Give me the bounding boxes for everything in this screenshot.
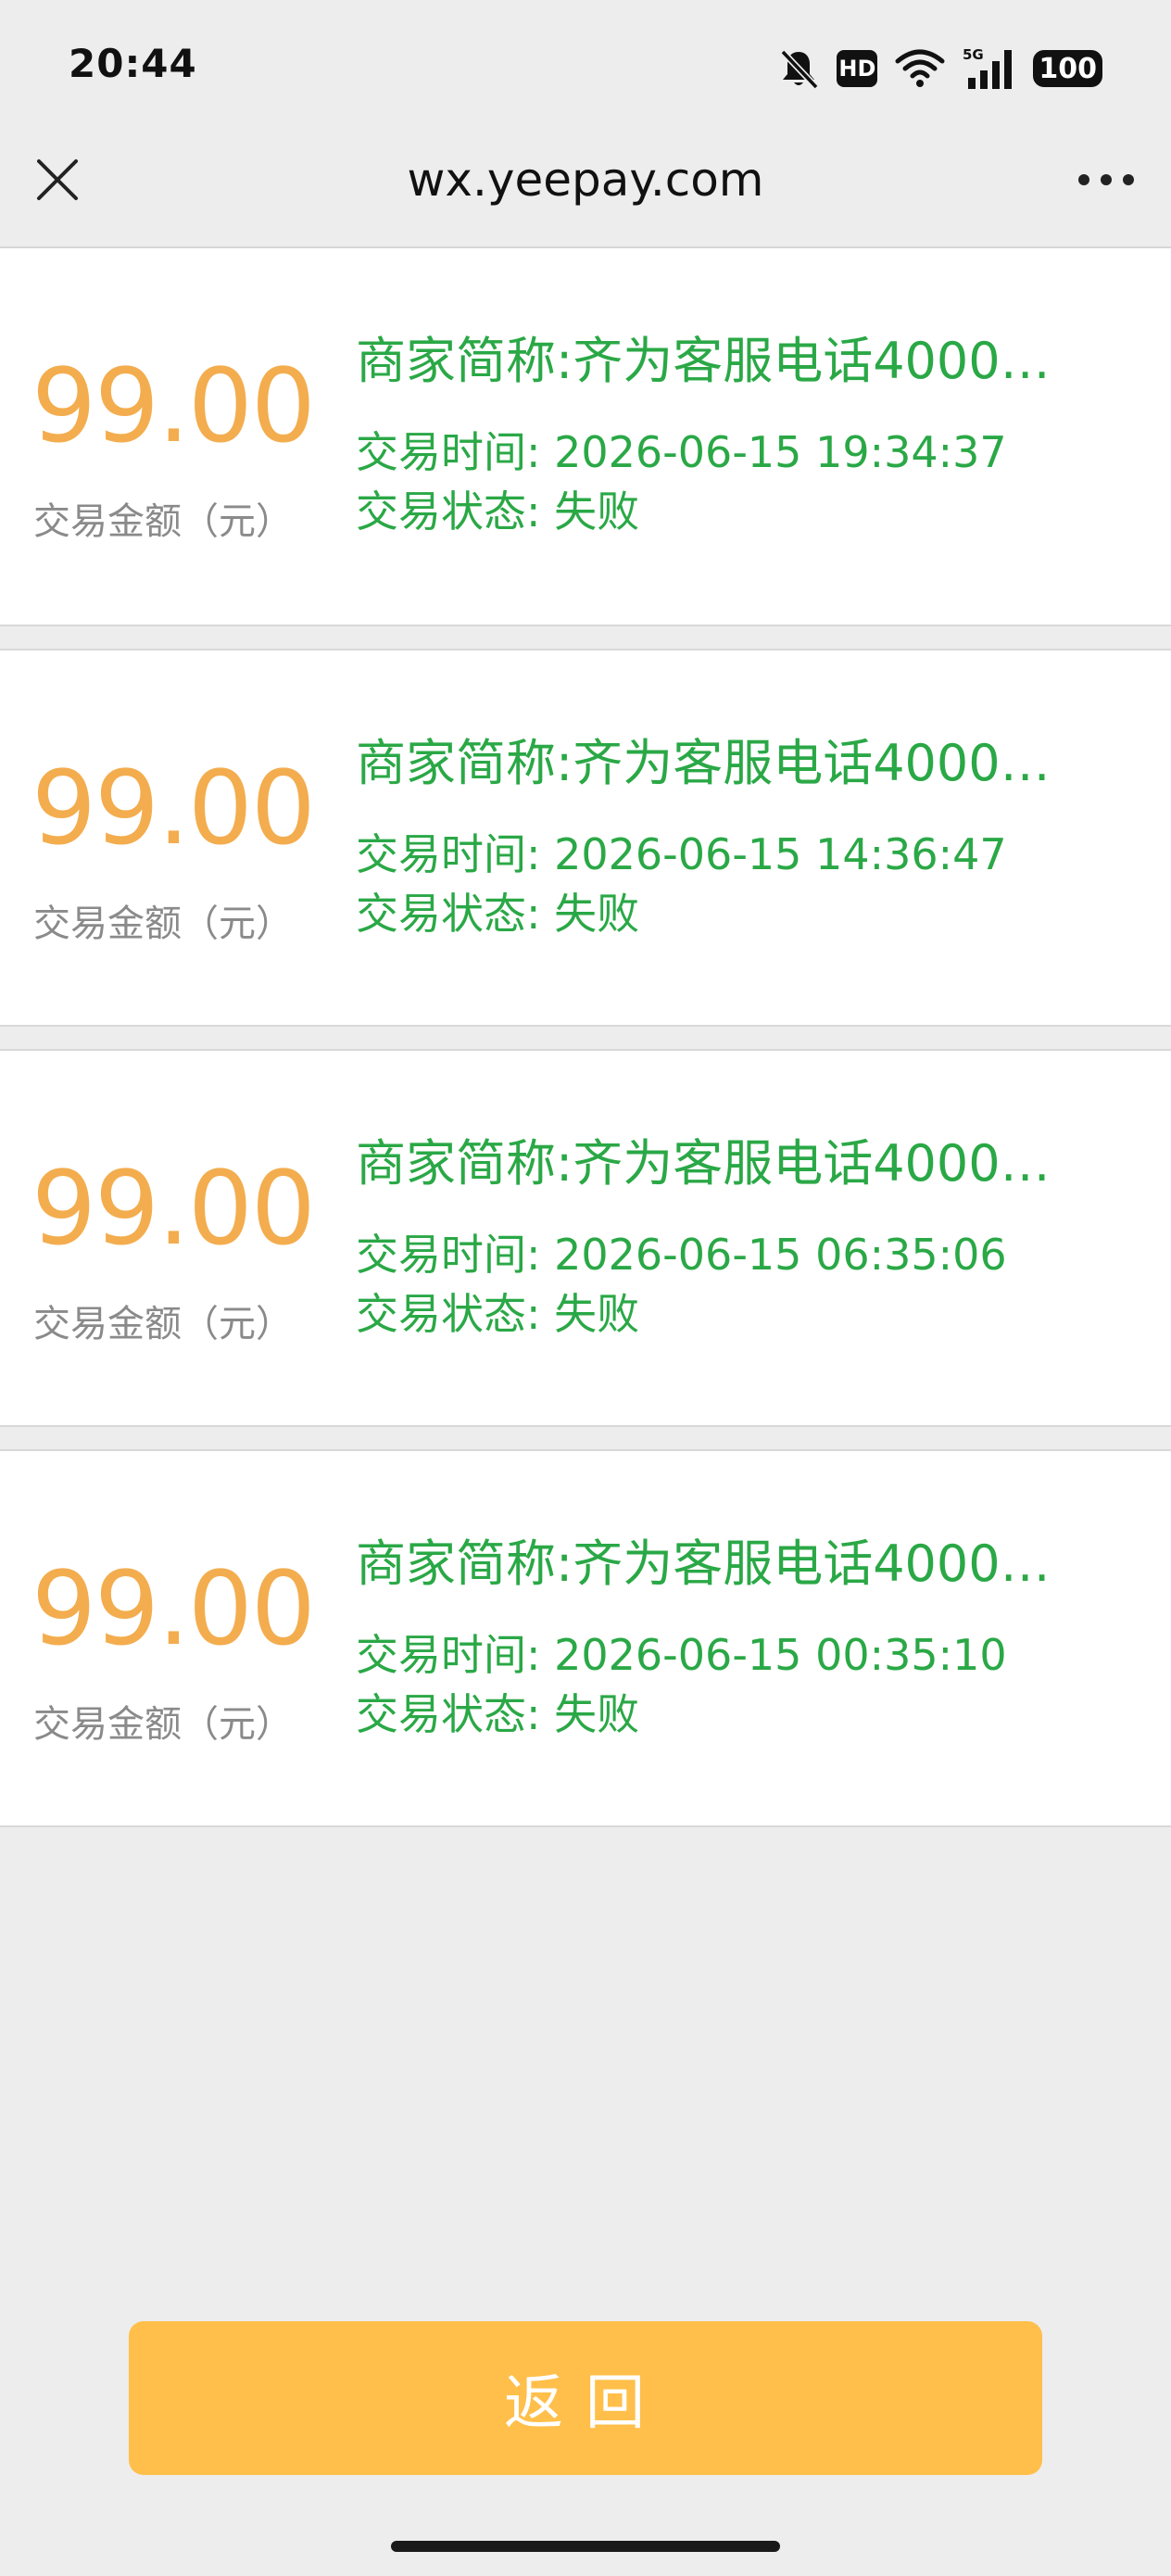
page-title: wx.yeepay.com [407,153,764,207]
svg-text:5G: 5G [963,46,984,63]
transaction-record[interactable]: 99.00 交易金额（元） 商家简称:齐为客服电话4000… 交易时间: 202… [0,1449,1171,1827]
5g-signal-icon: 5G [963,46,1016,91]
amount-label: 交易金额（元） [33,500,293,543]
status-time: 20:44 [69,41,197,86]
transaction-status: 交易状态: 失败 [356,1289,640,1339]
amount-value: 99.00 [31,347,316,465]
status-bar: 20:44 HD 5G 100 [0,0,1171,130]
transaction-status: 交易状态: 失败 [356,1689,640,1739]
transaction-status: 交易状态: 失败 [356,889,640,939]
return-button[interactable]: 返回 [129,2321,1042,2475]
wifi-icon [894,48,946,89]
amount-label: 交易金额（元） [33,1303,293,1345]
amount-value: 99.00 [31,1549,316,1668]
amount-label: 交易金额（元） [33,903,293,945]
transaction-time: 交易时间: 2026-06-15 06:35:06 [356,1230,1007,1280]
transaction-record[interactable]: 99.00 交易金额（元） 商家简称:齐为客服电话4000… 交易时间: 202… [0,248,1171,626]
transaction-time: 交易时间: 2026-06-15 19:34:37 [356,427,1007,477]
status-icons: HD 5G 100 [777,43,1102,95]
home-indicator[interactable] [391,2541,780,2552]
transaction-time: 交易时间: 2026-06-15 00:35:10 [356,1630,1007,1680]
transaction-time: 交易时间: 2026-06-15 14:36:47 [356,829,1007,879]
merchant-name: 商家简称:齐为客服电话4000… [356,1134,1051,1193]
battery-icon: 100 [1033,50,1102,87]
amount-value: 99.00 [31,749,316,867]
hd-icon: HD [837,50,878,87]
transaction-record[interactable]: 99.00 交易金额（元） 商家简称:齐为客服电话4000… 交易时间: 202… [0,1049,1171,1427]
transaction-list: 99.00 交易金额（元） 商家简称:齐为客服电话4000… 交易时间: 202… [0,248,1171,1827]
more-icon[interactable] [1069,150,1143,209]
merchant-name: 商家简称:齐为客服电话4000… [356,734,1051,792]
bell-off-icon [777,46,820,91]
merchant-name: 商家简称:齐为客服电话4000… [356,1534,1051,1593]
amount-label: 交易金额（元） [33,1703,293,1746]
nav-bar: wx.yeepay.com [0,130,1171,248]
transaction-record[interactable]: 99.00 交易金额（元） 商家简称:齐为客服电话4000… 交易时间: 202… [0,649,1171,1027]
amount-value: 99.00 [31,1149,316,1268]
transaction-status: 交易状态: 失败 [356,486,640,537]
merchant-name: 商家简称:齐为客服电话4000… [356,332,1051,390]
